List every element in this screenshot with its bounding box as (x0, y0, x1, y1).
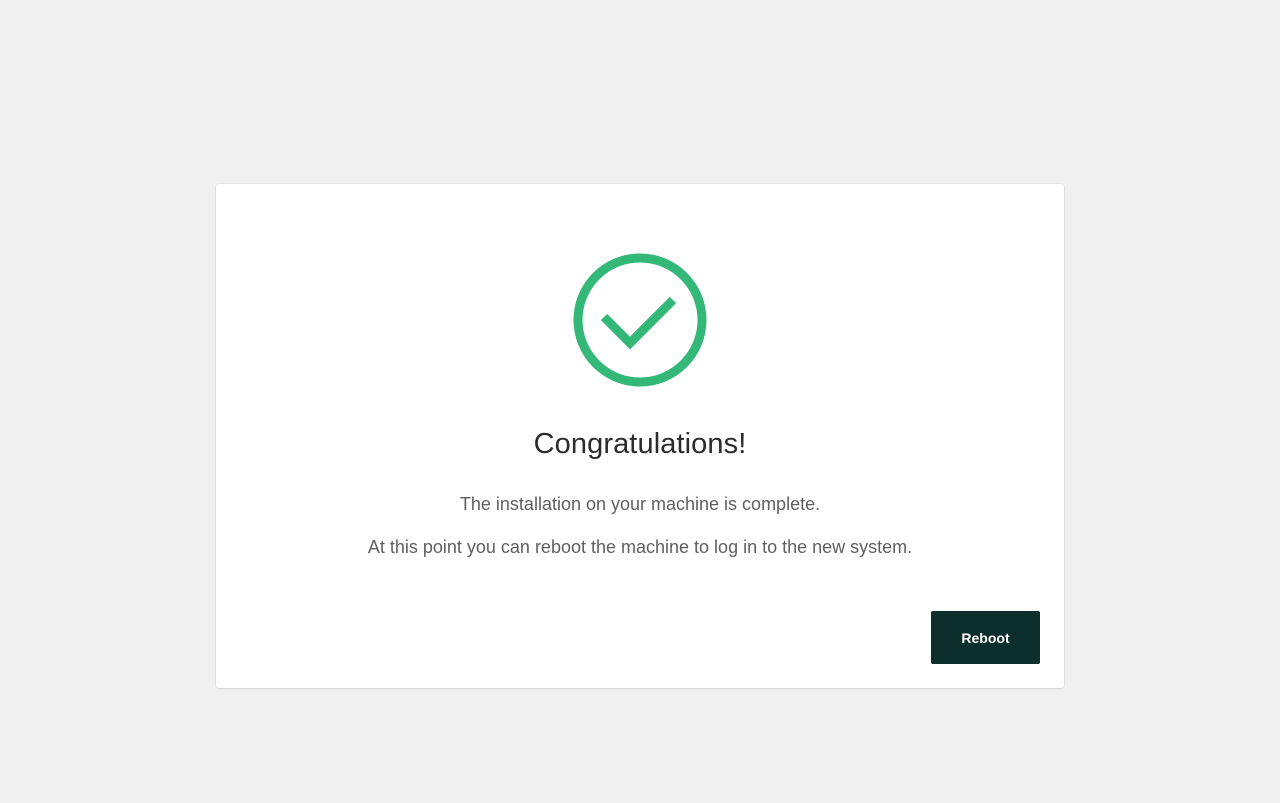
reboot-button[interactable]: Reboot (931, 611, 1040, 664)
check-circle-icon (573, 253, 707, 387)
reboot-instruction: At this point you can reboot the machine… (367, 537, 913, 557)
completion-card: Congratulations! The installation on you… (216, 184, 1064, 688)
completion-message: The installation on your machine is comp… (459, 494, 821, 514)
page-title: Congratulations! (533, 428, 747, 460)
installer-page: Congratulations! The installation on you… (0, 0, 1280, 803)
